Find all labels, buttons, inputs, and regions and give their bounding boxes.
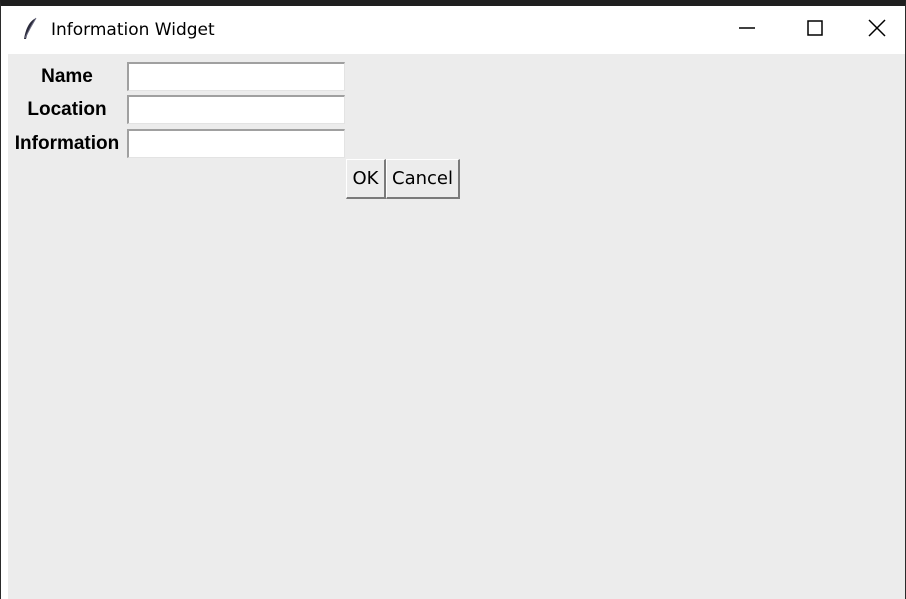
close-button[interactable] [849, 6, 905, 54]
client-area: Name Location Information OK Cancel [8, 54, 905, 599]
ok-button[interactable]: OK [346, 159, 386, 199]
information-input[interactable] [127, 129, 345, 158]
feather-icon [21, 17, 39, 41]
maximize-icon [806, 19, 824, 42]
location-label: Location [27, 99, 107, 120]
name-input[interactable] [127, 62, 345, 91]
name-label: Name [41, 66, 93, 87]
maximize-button[interactable] [781, 6, 849, 54]
close-icon [867, 18, 887, 43]
app-window: Information Widget Name Location Informa… [0, 0, 906, 599]
window-title: Information Widget [51, 20, 215, 40]
cancel-button[interactable]: Cancel [386, 159, 460, 199]
minimize-button[interactable] [713, 6, 781, 54]
location-input[interactable] [127, 95, 345, 124]
information-label: Information [14, 133, 120, 154]
minimize-icon [738, 19, 756, 42]
title-bar[interactable]: Information Widget [1, 6, 905, 54]
